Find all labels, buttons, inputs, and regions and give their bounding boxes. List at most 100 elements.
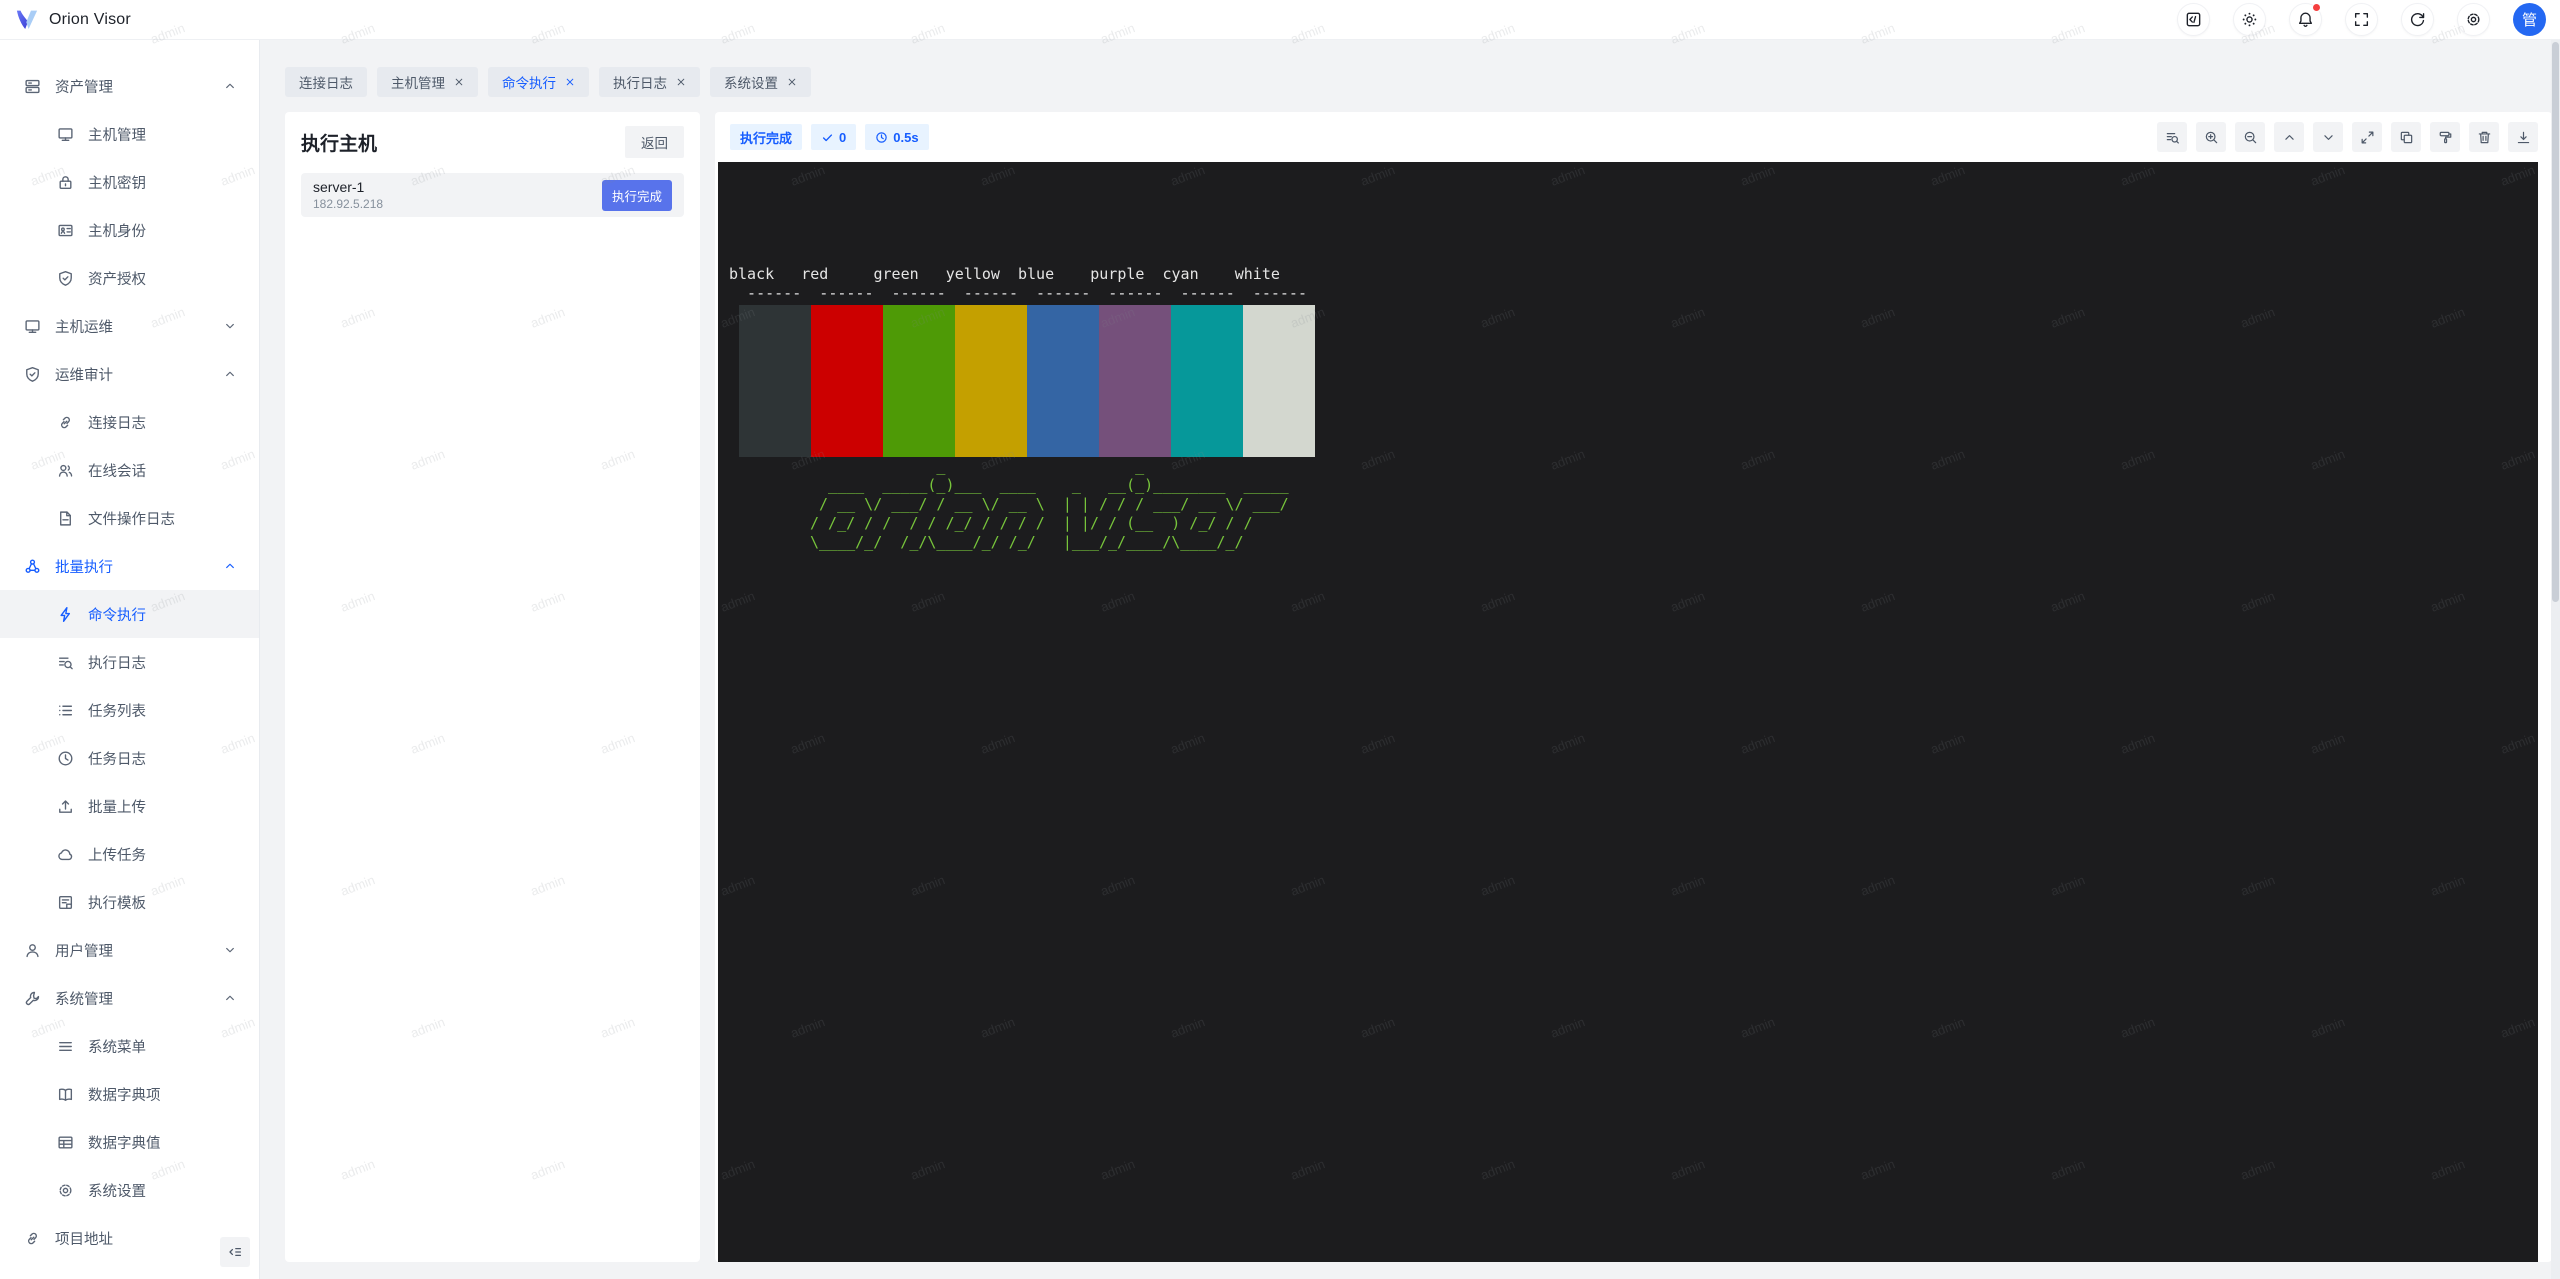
expand-button[interactable]: [2352, 122, 2382, 152]
link-icon: [24, 1230, 41, 1247]
terminal-panel: 执行完成 0 0.5s: [715, 112, 2552, 1262]
scroll-down-button[interactable]: [2313, 122, 2343, 152]
color-block-cyan: [1171, 305, 1243, 457]
color-block-yellow: [955, 305, 1027, 457]
execution-hosts-panel: 执行主机 返回 server-1 182.92.5.218 执行完成: [285, 112, 700, 1262]
delete-button[interactable]: [2469, 122, 2499, 152]
upload-icon: [57, 798, 74, 815]
scrollbar-thumb[interactable]: [2552, 42, 2559, 602]
sidebar-group-host-ops[interactable]: 主机运维: [0, 302, 259, 350]
paint-roller-icon: [2438, 130, 2453, 145]
scroll-up-button[interactable]: [2274, 122, 2304, 152]
sidebar-group-user-management[interactable]: 用户管理: [0, 926, 259, 974]
trash-icon: [2477, 130, 2492, 145]
download-icon: [2516, 130, 2531, 145]
shield-check-icon: [57, 270, 74, 287]
host-name: server-1: [313, 179, 383, 195]
close-icon[interactable]: [565, 77, 575, 87]
tab-execution-log[interactable]: 执行日志: [599, 67, 700, 97]
sidebar-item-host-identity[interactable]: 主机身份: [0, 206, 259, 254]
close-icon[interactable]: [787, 77, 797, 87]
zoom-in-icon: [2204, 130, 2219, 145]
zoom-in-button[interactable]: [2196, 122, 2226, 152]
colortest-text: black red green yellow blue purple cyan …: [729, 170, 2538, 303]
clock-icon: [875, 131, 888, 144]
sidebar-item-upload-task[interactable]: 上传任务: [0, 830, 259, 878]
ascii-art-banner: _ _ ____ _____(_)___ ____ _ __(_)_______…: [729, 457, 2538, 552]
host-list-item[interactable]: server-1 182.92.5.218 执行完成: [301, 173, 684, 217]
app-header: Orion Visor 管: [0, 0, 2560, 40]
sidebar-item-execution-template[interactable]: 执行模板: [0, 878, 259, 926]
zoom-out-icon: [2243, 130, 2258, 145]
collapse-icon: [227, 1244, 243, 1260]
menu-icon: [57, 1038, 74, 1055]
notification-dot: [2312, 3, 2321, 12]
chevron-up-icon: [223, 79, 237, 93]
expand-icon: [2360, 130, 2375, 145]
sidebar-group-ops-audit[interactable]: 运维审计: [0, 350, 259, 398]
chevron-up-icon: [223, 991, 237, 1005]
sidebar-item-task-log[interactable]: 任务日志: [0, 734, 259, 782]
sidebar-item-command-execution[interactable]: 命令执行: [0, 590, 259, 638]
refresh-button[interactable]: [2401, 3, 2434, 36]
close-icon[interactable]: [676, 77, 686, 87]
sql-console-button[interactable]: [2177, 3, 2210, 36]
color-block-purple: [1099, 305, 1171, 457]
color-block-blue: [1027, 305, 1099, 457]
table-icon: [57, 1134, 74, 1151]
sidebar-item-host-management[interactable]: 主机管理: [0, 110, 259, 158]
brand-name: Orion Visor: [49, 11, 131, 29]
sidebar-item-file-operation-log[interactable]: 文件操作日志: [0, 494, 259, 542]
sidebar-item-host-keys[interactable]: 主机密钥: [0, 158, 259, 206]
user-avatar[interactable]: 管: [2513, 3, 2546, 36]
download-button[interactable]: [2508, 122, 2538, 152]
collapse-sidebar-button[interactable]: [220, 1237, 250, 1267]
exit-code-badge: 0: [811, 124, 856, 150]
terminal-output[interactable]: black red green yellow blue purple cyan …: [718, 162, 2538, 1262]
color-block-red: [811, 305, 883, 457]
history-icon: [57, 750, 74, 767]
search-log-icon: [57, 654, 74, 671]
color-block-green: [883, 305, 955, 457]
sidebar-item-execution-log[interactable]: 执行日志: [0, 638, 259, 686]
sidebar-item-system-menu[interactable]: 系统菜单: [0, 1022, 259, 1070]
sidebar-item-connection-log[interactable]: 连接日志: [0, 398, 259, 446]
sidebar-item-data-dict-item[interactable]: 数据字典项: [0, 1070, 259, 1118]
theme-toggle-button[interactable]: [2233, 3, 2266, 36]
search-log-button[interactable]: [2157, 122, 2187, 152]
clear-button[interactable]: [2430, 122, 2460, 152]
sidebar-item-data-dict-value[interactable]: 数据字典值: [0, 1118, 259, 1166]
user-icon: [24, 942, 41, 959]
sidebar-item-asset-authorization[interactable]: 资产授权: [0, 254, 259, 302]
sidebar-item-online-session[interactable]: 在线会话: [0, 446, 259, 494]
copy-icon: [2399, 130, 2414, 145]
sidebar-group-asset-management[interactable]: 资产管理: [0, 62, 259, 110]
status-badge: 执行完成: [730, 124, 802, 150]
settings-button[interactable]: [2457, 3, 2490, 36]
page-title: 执行主机: [301, 129, 377, 156]
back-button[interactable]: 返回: [625, 126, 684, 158]
terminal-toolbar: 执行完成 0 0.5s: [718, 112, 2552, 162]
monitor-icon: [24, 318, 41, 335]
copy-button[interactable]: [2391, 122, 2421, 152]
fullscreen-button[interactable]: [2345, 3, 2378, 36]
sidebar-group-system-management[interactable]: 系统管理: [0, 974, 259, 1022]
sidebar-item-batch-upload[interactable]: 批量上传: [0, 782, 259, 830]
page-scrollbar[interactable]: [2551, 40, 2560, 1279]
sidebar-item-system-settings[interactable]: 系统设置: [0, 1166, 259, 1214]
tab-system-settings[interactable]: 系统设置: [710, 67, 811, 97]
zoom-out-button[interactable]: [2235, 122, 2265, 152]
sidebar-item-task-list[interactable]: 任务列表: [0, 686, 259, 734]
lock-icon: [57, 174, 74, 191]
notifications-button[interactable]: [2289, 3, 2322, 36]
sidebar-group-batch-execution[interactable]: 批量执行: [0, 542, 259, 590]
tab-command-execution[interactable]: 命令执行: [488, 67, 589, 97]
template-icon: [57, 894, 74, 911]
close-icon[interactable]: [454, 77, 464, 87]
chevron-up-icon: [2282, 130, 2297, 145]
colortest-blocks: [739, 305, 2538, 457]
gear-icon: [57, 1182, 74, 1199]
tab-connection-log[interactable]: 连接日志: [285, 67, 367, 97]
chevron-down-icon: [223, 319, 237, 333]
tab-host-management[interactable]: 主机管理: [377, 67, 478, 97]
